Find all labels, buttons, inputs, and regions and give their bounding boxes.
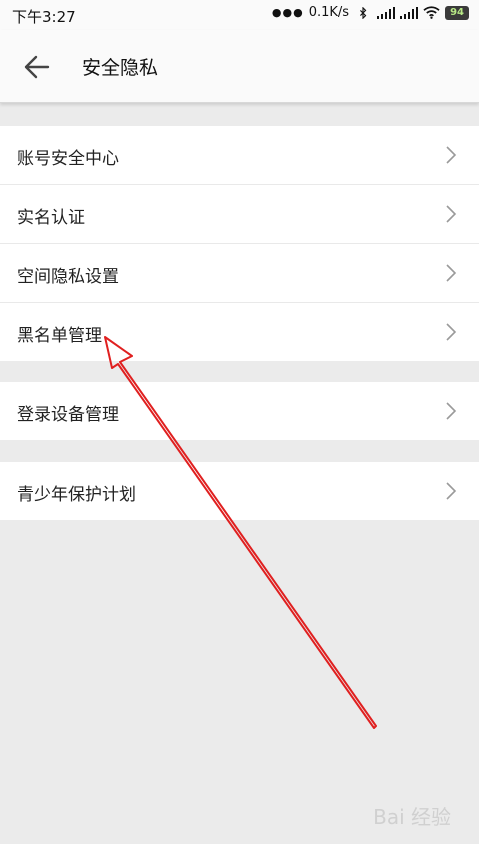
menu-item-label: 空间隐私设置 — [17, 267, 119, 287]
menu-item-account-security[interactable]: 账号安全中心 — [0, 126, 479, 185]
page-title: 安全隐私 — [82, 57, 159, 79]
menu-item-youth-protection[interactable]: 青少年保护计划 — [0, 462, 479, 520]
app-bar: 安全隐私 — [0, 30, 479, 103]
menu-item-label: 实名认证 — [17, 208, 85, 228]
chevron-right-icon — [446, 323, 457, 341]
menu-item-label: 登录设备管理 — [17, 405, 119, 425]
chevron-right-icon — [446, 205, 457, 223]
menu-item-space-privacy[interactable]: 空间隐私设置 — [0, 244, 479, 303]
back-arrow-icon — [24, 55, 50, 79]
watermark: Bai 经验 — [373, 805, 451, 829]
signal-icon-2 — [400, 6, 419, 19]
status-time: 下午3:27 — [12, 8, 76, 26]
settings-group-2: 登录设备管理 — [0, 382, 479, 440]
settings-group-1: 账号安全中心 实名认证 空间隐私设置 黑名单管理 — [0, 126, 479, 361]
battery-icon: 94 — [445, 5, 469, 20]
more-dots-icon: ●●● — [271, 6, 304, 19]
battery-level: 94 — [450, 6, 464, 18]
bluetooth-icon — [360, 6, 367, 19]
back-button[interactable] — [22, 52, 56, 82]
menu-item-blacklist[interactable]: 黑名单管理 — [0, 303, 479, 361]
status-bar: 下午3:27 ●●● 0.1K/s 94 — [0, 0, 479, 30]
chevron-right-icon — [446, 402, 457, 420]
chevron-right-icon — [446, 482, 457, 500]
settings-group-3: 青少年保护计划 — [0, 462, 479, 520]
menu-item-real-name-verification[interactable]: 实名认证 — [0, 185, 479, 244]
status-icons: ●●● 0.1K/s 94 — [272, 5, 469, 20]
chevron-right-icon — [446, 146, 457, 164]
chevron-right-icon — [446, 264, 457, 282]
signal-icon-1 — [377, 6, 396, 19]
network-speed: 0.1K/s — [308, 5, 350, 20]
wifi-icon — [423, 6, 440, 19]
menu-item-label: 青少年保护计划 — [17, 485, 136, 505]
menu-item-label: 黑名单管理 — [17, 326, 102, 346]
menu-item-login-devices[interactable]: 登录设备管理 — [0, 382, 479, 440]
menu-item-label: 账号安全中心 — [17, 149, 119, 169]
